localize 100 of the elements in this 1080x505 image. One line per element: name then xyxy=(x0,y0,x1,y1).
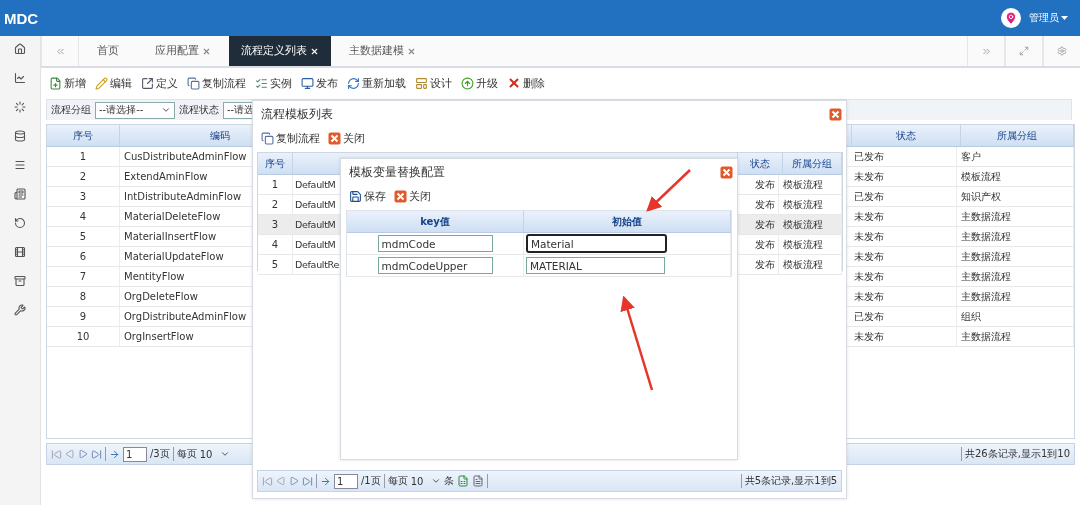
fullscreen-icon[interactable] xyxy=(1019,46,1029,56)
unit-label: 条 xyxy=(444,474,455,488)
column-header: 状态 xyxy=(852,125,961,146)
table-cell: 未发布 xyxy=(854,209,884,224)
filter-select[interactable]: --请选择-- xyxy=(95,101,175,119)
column-header: 初始值 xyxy=(524,211,731,232)
user-avatar[interactable] xyxy=(1001,8,1021,28)
close-icon[interactable] xyxy=(310,46,319,56)
tab[interactable]: 流程定义列表 xyxy=(229,36,331,66)
table-cell: 已发布 xyxy=(854,189,884,204)
copy-icon xyxy=(261,131,274,145)
table-cell: 发布 xyxy=(755,217,775,232)
news-icon[interactable] xyxy=(14,188,26,200)
close-icon xyxy=(829,107,842,121)
toolbar-button[interactable]: 复制流程 xyxy=(187,75,246,91)
table-cell: 模板流程 xyxy=(779,235,842,254)
first-page-icon[interactable] xyxy=(51,448,62,460)
toolbar-button[interactable]: 关闭 xyxy=(394,188,431,204)
page-input[interactable]: 1 xyxy=(334,473,358,489)
table-cell: DefaultM xyxy=(295,199,336,210)
table-cell: 未发布 xyxy=(854,289,884,304)
table-cell: 主数据流程 xyxy=(957,287,1074,306)
last-page-icon[interactable] xyxy=(302,475,313,487)
table-cell: 已发布 xyxy=(854,309,884,324)
toolbar-button[interactable]: 删除 xyxy=(507,75,545,91)
per-page-label: 每页 xyxy=(387,474,408,488)
go-icon[interactable] xyxy=(109,448,120,460)
page-count: /1页 xyxy=(361,474,381,488)
close-icon xyxy=(720,165,733,179)
go-icon[interactable] xyxy=(320,475,331,487)
undo-icon[interactable] xyxy=(14,217,26,229)
table-cell: DefaultM xyxy=(295,239,336,250)
table-cell: 8 xyxy=(47,287,120,306)
last-page-icon[interactable] xyxy=(91,448,102,460)
table-cell: 发布 xyxy=(755,177,775,192)
table-cell: 2 xyxy=(258,195,293,214)
table-cell: 模板流程 xyxy=(779,255,842,274)
table-cell: 未发布 xyxy=(854,329,884,344)
close-button[interactable] xyxy=(829,107,842,121)
document-icon[interactable] xyxy=(472,475,485,487)
toolbar-button[interactable]: 关闭 xyxy=(328,130,365,146)
toolbar-button[interactable]: 复制流程 xyxy=(261,130,320,146)
value-field[interactable]: Material xyxy=(526,234,667,253)
filter-label: 流程分组 xyxy=(51,103,91,117)
film-icon[interactable] xyxy=(14,246,26,258)
toolbar-button[interactable]: 定义 xyxy=(141,75,178,91)
page-input[interactable]: 1 xyxy=(123,446,147,462)
table-cell: 主数据流程 xyxy=(957,227,1074,246)
loader-icon[interactable] xyxy=(14,101,26,113)
key-field[interactable]: mdmCode xyxy=(377,235,493,252)
tab[interactable]: 首页 xyxy=(79,36,137,66)
toolbar-button[interactable]: 实例 xyxy=(255,75,292,91)
close-icon xyxy=(328,131,341,145)
table-cell: 主数据流程 xyxy=(957,247,1074,266)
settings-icon[interactable] xyxy=(1057,46,1067,56)
toolbar-button[interactable]: 设计 xyxy=(415,75,452,91)
close-icon xyxy=(394,189,407,203)
caret-icon[interactable] xyxy=(1061,15,1068,21)
table-cell: 主数据流程 xyxy=(957,267,1074,286)
copy-icon xyxy=(187,76,200,90)
menu-icon[interactable] xyxy=(14,159,26,171)
toolbar-button[interactable]: 编辑 xyxy=(95,75,132,91)
table-cell: 10 xyxy=(47,327,120,346)
table-cell: 模板流程 xyxy=(957,167,1074,186)
pencil-icon xyxy=(95,76,108,90)
toolbar-button[interactable]: 重新加载 xyxy=(347,75,406,91)
table-cell: 未发布 xyxy=(854,229,884,244)
user-menu[interactable]: 管理员 xyxy=(1029,11,1068,25)
table-cell: 未发布 xyxy=(854,249,884,264)
caret-icon xyxy=(161,105,171,115)
page-count: /3页 xyxy=(150,447,170,461)
table-cell: 5 xyxy=(258,255,293,274)
column-header: 所属分组 xyxy=(961,125,1074,146)
wrench-icon[interactable] xyxy=(14,304,26,316)
toolbar-button[interactable]: 新增 xyxy=(49,75,86,91)
first-page-icon[interactable] xyxy=(262,475,273,487)
column-header: key值 xyxy=(347,211,524,232)
toolbar-button[interactable]: 升级 xyxy=(461,75,498,91)
home-icon[interactable] xyxy=(14,43,26,55)
column-header: 序号 xyxy=(47,125,120,146)
key-field[interactable]: mdmCodeUpper xyxy=(377,257,493,274)
close-button[interactable] xyxy=(720,165,733,179)
toolbar-button[interactable]: 发布 xyxy=(301,75,338,91)
add-icon xyxy=(49,76,62,90)
spreadsheet-icon[interactable] xyxy=(457,475,470,487)
table-cell: 未发布 xyxy=(854,169,884,184)
toolbar-button[interactable]: 保存 xyxy=(349,188,386,204)
table-cell: 4 xyxy=(47,207,120,226)
per-page-select[interactable]: 10 xyxy=(410,475,442,487)
next-page-icon[interactable] xyxy=(78,449,88,459)
record-summary: 共5条记录,显示1到5 xyxy=(744,474,837,488)
tab[interactable]: 应用配置 xyxy=(137,36,229,66)
record-summary: 共26条记录,显示1到10 xyxy=(965,447,1070,461)
archive-icon[interactable] xyxy=(14,275,26,287)
database-icon[interactable] xyxy=(14,130,26,142)
tab[interactable]: 主数据建模 xyxy=(331,36,434,66)
per-page-select[interactable]: 10 xyxy=(199,448,231,460)
next-page-icon[interactable] xyxy=(289,476,299,486)
value-field[interactable]: MATERIAL xyxy=(526,257,665,274)
chart-icon[interactable] xyxy=(14,72,26,84)
